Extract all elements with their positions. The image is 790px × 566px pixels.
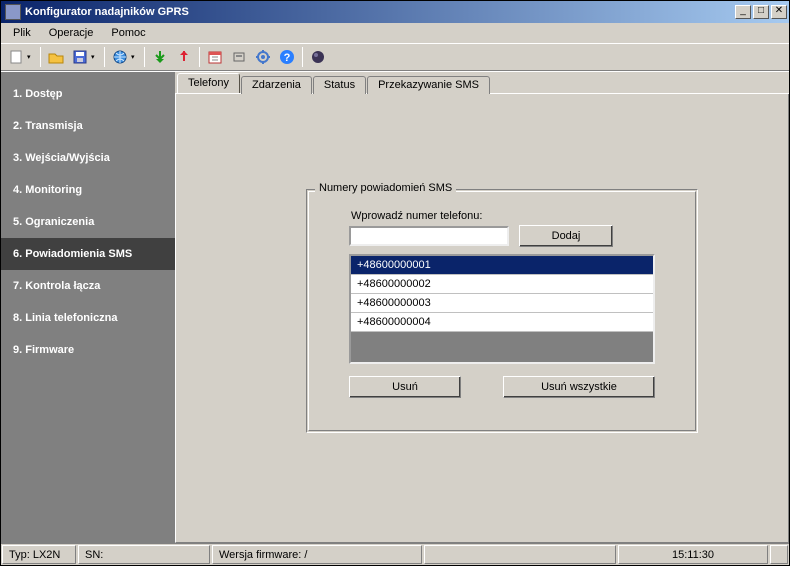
calendar-icon[interactable] — [204, 46, 226, 68]
add-button[interactable]: Dodaj — [519, 225, 613, 247]
list-item[interactable]: +48600000004 — [351, 313, 653, 332]
device-icon[interactable] — [228, 46, 250, 68]
statusbar: Typ: LX2N SN: Wersja firmware: / 15:11:3… — [1, 543, 789, 565]
status-firmware: Wersja firmware: / — [212, 545, 422, 564]
window-title: Konfigurator nadajników GPRS — [25, 6, 735, 18]
list-item[interactable]: +48600000001 — [351, 256, 653, 275]
new-icon[interactable] — [5, 46, 27, 68]
list-item[interactable]: +48600000003 — [351, 294, 653, 313]
status-sn: SN: — [78, 545, 210, 564]
sidebar-item-firmware[interactable]: 9. Firmware — [1, 334, 175, 366]
sidebar: 1. Dostęp 2. Transmisja 3. Wejścia/Wyjśc… — [1, 72, 175, 543]
toolbar: ▾ ▾ ▾ ? — [1, 43, 789, 71]
tab-status[interactable]: Status — [313, 76, 366, 94]
toolbar-separator — [199, 47, 200, 67]
minimize-button[interactable]: _ — [735, 5, 751, 19]
svg-text:?: ? — [284, 52, 291, 64]
menu-file[interactable]: Plik — [5, 25, 39, 41]
sidebar-item-link-control[interactable]: 7. Kontrola łącza — [1, 270, 175, 302]
delete-button[interactable]: Usuń — [349, 376, 461, 398]
main-panel: Telefony Zdarzenia Status Przekazywanie … — [175, 72, 789, 543]
sms-numbers-group: Numery powiadomień SMS Wprowadź numer te… — [306, 189, 698, 433]
status-grip — [770, 545, 788, 564]
phone-numbers-list[interactable]: +48600000001 +48600000002 +48600000003 +… — [349, 254, 655, 364]
phone-input-label: Wprowadź numer telefonu: — [351, 210, 482, 222]
download-green-icon[interactable] — [149, 46, 171, 68]
sidebar-item-limits[interactable]: 5. Ograniczenia — [1, 206, 175, 238]
status-spacer — [424, 545, 616, 564]
maximize-button[interactable]: □ — [753, 5, 769, 19]
menubar: Plik Operacje Pomoc — [1, 23, 789, 43]
upload-red-icon[interactable] — [173, 46, 195, 68]
tab-strip: Telefony Zdarzenia Status Przekazywanie … — [175, 72, 789, 94]
tab-events[interactable]: Zdarzenia — [241, 76, 312, 94]
delete-all-button[interactable]: Usuń wszystkie — [503, 376, 655, 398]
menu-operations[interactable]: Operacje — [41, 25, 102, 41]
toolbar-separator — [104, 47, 105, 67]
menu-help[interactable]: Pomoc — [103, 25, 153, 41]
toolbar-separator — [144, 47, 145, 67]
new-dropdown[interactable]: ▾ — [27, 53, 34, 61]
sidebar-item-io[interactable]: 3. Wejścia/Wyjścia — [1, 142, 175, 174]
app-window: Konfigurator nadajników GPRS _ □ ✕ Plik … — [0, 0, 790, 566]
sphere-dark-icon[interactable] — [307, 46, 329, 68]
status-type: Typ: LX2N — [2, 545, 76, 564]
open-icon[interactable] — [45, 46, 67, 68]
window-buttons: _ □ ✕ — [735, 5, 787, 19]
sidebar-item-access[interactable]: 1. Dostęp — [1, 78, 175, 110]
tab-sms-forward[interactable]: Przekazywanie SMS — [367, 76, 490, 94]
save-dropdown[interactable]: ▾ — [91, 53, 98, 61]
save-icon[interactable] — [69, 46, 91, 68]
globe-icon[interactable] — [109, 46, 131, 68]
status-time: 15:11:30 — [618, 545, 768, 564]
content-area: 1. Dostęp 2. Transmisja 3. Wejścia/Wyjśc… — [1, 71, 789, 543]
sidebar-item-sms-notifications[interactable]: 6. Powiadomienia SMS — [1, 238, 175, 270]
group-legend: Numery powiadomień SMS — [315, 182, 456, 194]
tab-phones[interactable]: Telefony — [177, 73, 240, 93]
app-icon — [5, 4, 21, 20]
globe-dropdown[interactable]: ▾ — [131, 53, 138, 61]
sidebar-item-monitoring[interactable]: 4. Monitoring — [1, 174, 175, 206]
close-button[interactable]: ✕ — [771, 5, 787, 19]
help-icon[interactable]: ? — [276, 46, 298, 68]
sidebar-item-phone-line[interactable]: 8. Linia telefoniczna — [1, 302, 175, 334]
tab-panel-phones: Numery powiadomień SMS Wprowadź numer te… — [175, 94, 789, 543]
list-item[interactable]: +48600000002 — [351, 275, 653, 294]
toolbar-separator — [40, 47, 41, 67]
toolbar-separator — [302, 47, 303, 67]
phone-input[interactable] — [349, 226, 509, 246]
titlebar: Konfigurator nadajników GPRS _ □ ✕ — [1, 1, 789, 23]
sidebar-item-transmission[interactable]: 2. Transmisja — [1, 110, 175, 142]
gear-icon[interactable] — [252, 46, 274, 68]
